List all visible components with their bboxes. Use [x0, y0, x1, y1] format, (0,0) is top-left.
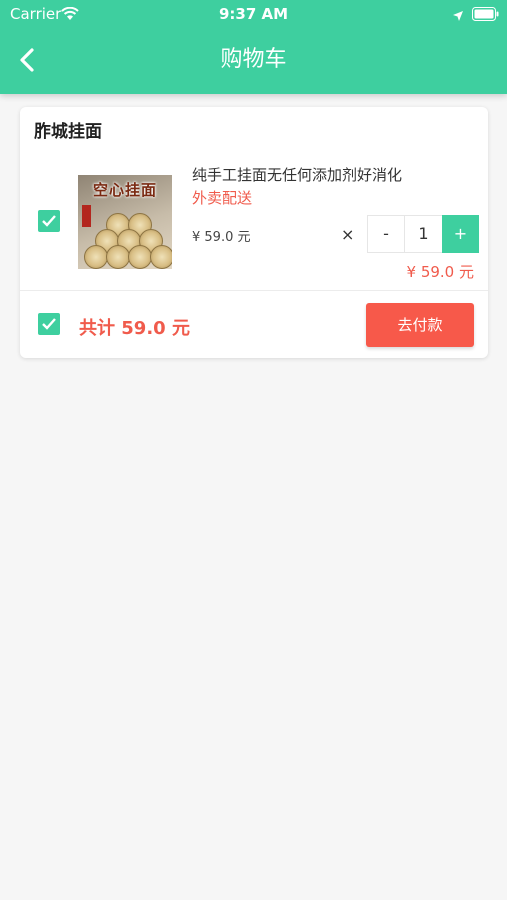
app-header: Carrier 9:37 AM 购物车: [0, 0, 507, 94]
product-image-caption: 空心挂面: [92, 181, 157, 199]
checkout-button[interactable]: 去付款: [366, 303, 474, 347]
check-icon: [42, 215, 56, 227]
store-name: 胙城挂面: [34, 122, 102, 142]
select-all-checkbox[interactable]: [38, 313, 60, 335]
cart-total: 共计 59.0 元: [79, 318, 190, 339]
unit-price: ¥ 59.0 元: [192, 230, 251, 245]
product-name[interactable]: 纯手工挂面无任何添加剂好消化: [192, 164, 402, 185]
times-sign: ×: [341, 225, 355, 244]
cart-store-card: 胙城挂面 空心挂面 纯手工挂面无任何添加剂好消化 外卖配送 ¥ 59.0 元 ×…: [20, 107, 488, 358]
item-checkbox[interactable]: [38, 210, 60, 232]
item-subtotal: ¥ 59.0 元: [406, 263, 474, 281]
page-title: 购物车: [220, 47, 287, 72]
check-icon: [42, 318, 56, 330]
delivery-tag: 外卖配送: [192, 189, 253, 207]
status-time: 9:37 AM: [218, 5, 289, 23]
status-bar: Carrier 9:37 AM: [0, 0, 507, 28]
product-image[interactable]: 空心挂面: [78, 175, 172, 269]
quantity-increase-button[interactable]: +: [442, 215, 479, 253]
quantity-value[interactable]: 1: [404, 215, 443, 253]
quantity-decrease-button[interactable]: -: [367, 215, 405, 253]
product-image-seal: [82, 205, 91, 227]
battery-icon: [472, 6, 499, 25]
divider: [20, 290, 488, 291]
location-arrow-icon: [452, 7, 464, 26]
